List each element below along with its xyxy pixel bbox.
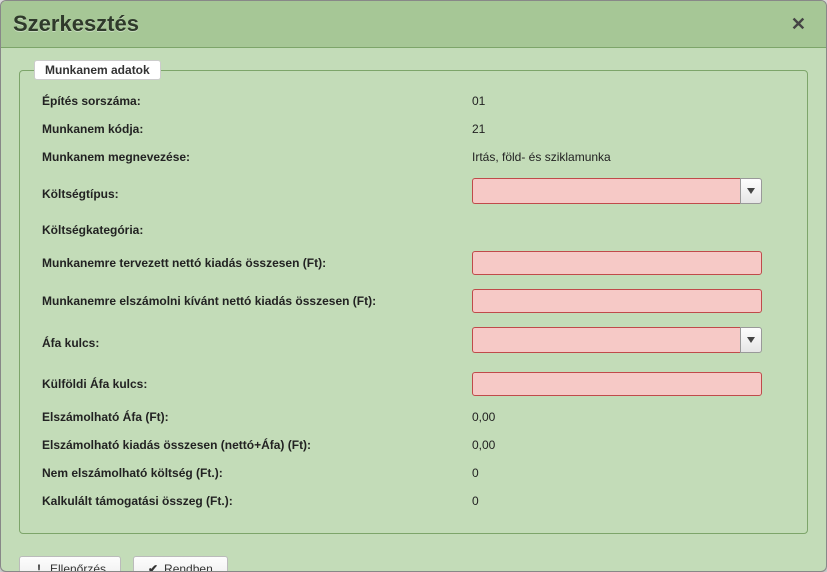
value-munkanem-megnevezese: Irtás, föld- és sziklamunka	[472, 150, 785, 164]
label-nem-elszamolhato: Nem elszámolható költség (Ft.):	[42, 466, 472, 480]
label-koltsegtipus: Költségtípus:	[42, 187, 472, 201]
value-elszamolhato-kiadas: 0,00	[472, 438, 785, 452]
value-elszamolhato-afa: 0,00	[472, 410, 785, 424]
edit-dialog: Szerkesztés ✕ Munkanem adatok Építés sor…	[0, 0, 827, 572]
row-afa-kulcs: Áfa kulcs:	[42, 320, 785, 365]
chevron-down-icon[interactable]	[740, 327, 762, 353]
value-kalkulalt-tamogatas: 0	[472, 494, 785, 508]
ellenorzes-button[interactable]: ! Ellenőrzés	[19, 556, 121, 572]
row-epites-sorszama: Építés sorszáma: 01	[42, 87, 785, 115]
row-elszamolhato-kiadas: Elszámolható kiadás összesen (nettó+Áfa)…	[42, 431, 785, 459]
koltsegtipus-select[interactable]	[472, 178, 762, 204]
value-nem-elszamolhato: 0	[472, 466, 785, 480]
check-icon: ✔	[148, 562, 158, 572]
row-elszamolni-netto: Munkanemre elszámolni kívánt nettó kiadá…	[42, 282, 785, 320]
row-munkanem-megnevezese: Munkanem megnevezése: Irtás, föld- és sz…	[42, 143, 785, 171]
label-kalkulalt-tamogatas: Kalkulált támogatási összeg (Ft.):	[42, 494, 472, 508]
label-munkanem-megnevezese: Munkanem megnevezése:	[42, 150, 472, 164]
value-epites-sorszama: 01	[472, 94, 785, 108]
dialog-title: Szerkesztés	[13, 11, 139, 37]
label-elszamolhato-kiadas: Elszámolható kiadás összesen (nettó+Áfa)…	[42, 438, 472, 452]
row-kulfoldi-afa: Külföldi Áfa kulcs:	[42, 365, 785, 403]
afa-kulcs-select[interactable]	[472, 327, 762, 353]
row-munkanem-kodja: Munkanem kódja: 21	[42, 115, 785, 143]
dialog-body: Munkanem adatok Építés sorszáma: 01 Munk…	[1, 48, 826, 546]
row-elszamolhato-afa: Elszámolható Áfa (Ft): 0,00	[42, 403, 785, 431]
titlebar: Szerkesztés ✕	[1, 1, 826, 48]
exclamation-icon: !	[34, 562, 44, 572]
munkanem-adatok-fieldset: Munkanem adatok Építés sorszáma: 01 Munk…	[19, 70, 808, 534]
kulfoldi-afa-input[interactable]	[472, 372, 762, 396]
label-kulfoldi-afa: Külföldi Áfa kulcs:	[42, 377, 472, 391]
fieldset-legend: Munkanem adatok	[34, 60, 161, 80]
label-munkanem-kodja: Munkanem kódja:	[42, 122, 472, 136]
row-koltsegtipus: Költségtípus:	[42, 171, 785, 216]
row-tervezett-netto: Munkanemre tervezett nettó kiadás összes…	[42, 244, 785, 282]
chevron-down-icon[interactable]	[740, 178, 762, 204]
tervezett-netto-input[interactable]	[472, 251, 762, 275]
label-tervezett-netto: Munkanemre tervezett nettó kiadás összes…	[42, 256, 472, 270]
koltsegtipus-select-value	[472, 178, 740, 204]
rendben-button[interactable]: ✔ Rendben	[133, 556, 228, 572]
rendben-label: Rendben	[164, 562, 213, 572]
row-nem-elszamolhato: Nem elszámolható költség (Ft.): 0	[42, 459, 785, 487]
value-munkanem-kodja: 21	[472, 122, 785, 136]
elszamolni-netto-input[interactable]	[472, 289, 762, 313]
close-icon[interactable]: ✕	[787, 14, 810, 35]
ellenorzes-label: Ellenőrzés	[50, 562, 106, 572]
afa-kulcs-select-value	[472, 327, 740, 353]
row-kalkulalt-tamogatas: Kalkulált támogatási összeg (Ft.): 0	[42, 487, 785, 515]
label-koltsegkategoria: Költségkategória:	[42, 223, 472, 237]
label-elszamolni-netto: Munkanemre elszámolni kívánt nettó kiadá…	[42, 294, 472, 308]
label-elszamolhato-afa: Elszámolható Áfa (Ft):	[42, 410, 472, 424]
row-koltsegkategoria: Költségkategória:	[42, 216, 785, 244]
dialog-footer: ! Ellenőrzés ✔ Rendben	[1, 546, 826, 572]
label-afa-kulcs: Áfa kulcs:	[42, 336, 472, 350]
label-epites-sorszama: Építés sorszáma:	[42, 94, 472, 108]
